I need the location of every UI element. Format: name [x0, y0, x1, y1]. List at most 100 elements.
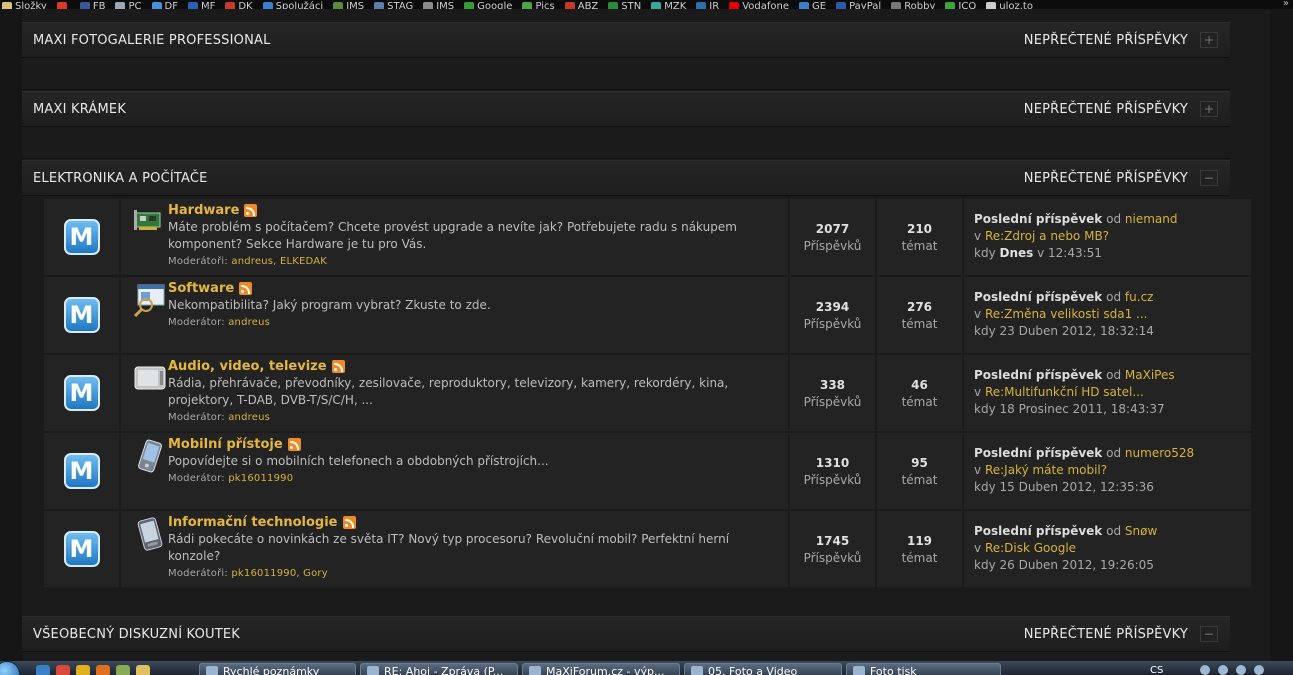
- bookmark-item[interactable]: MF: [187, 2, 215, 9]
- bookmark-label: Spolužáci: [275, 1, 324, 10]
- taskbar-item[interactable]: Rychlé poznámky: [199, 663, 356, 675]
- tray-volume-icon[interactable]: [1236, 665, 1246, 675]
- last-post-user-link[interactable]: fu.cz: [1125, 290, 1154, 304]
- bookmark-item[interactable]: PC: [115, 2, 142, 9]
- taskbar-item[interactable]: 05. Foto a Video: [684, 663, 842, 675]
- last-post-topic-link[interactable]: Re:Změna velikosti sda1 ...: [985, 307, 1148, 321]
- moderator-links[interactable]: pk16011990, Gory: [231, 568, 328, 579]
- collapse-icon[interactable]: −: [1200, 170, 1218, 186]
- forum-title-link[interactable]: Mobilní přístoje: [168, 437, 283, 452]
- forum-info-cell: Audio, video, televize Rádia, přehrávače,…: [121, 355, 788, 431]
- bookmark-item[interactable]: DK: [225, 2, 253, 9]
- tray-clock-icon[interactable]: [1254, 665, 1264, 675]
- icq-icon: [945, 2, 956, 9]
- last-post-user-link[interactable]: niemand: [1125, 212, 1178, 226]
- bookmark-item[interactable]: MZK: [651, 2, 686, 9]
- moderator-label: Moderátoři:: [168, 568, 228, 579]
- last-post-user-link[interactable]: numero528: [1125, 446, 1194, 460]
- last-post-topic-link[interactable]: Re:Multifunkční HD satel...: [985, 385, 1144, 399]
- bookmark-label: JR: [709, 1, 720, 10]
- df-icon: [151, 2, 162, 9]
- firefox-icon[interactable]: [96, 665, 110, 675]
- notepad-icon[interactable]: [116, 665, 130, 675]
- bookmark-item[interactable]: IMS: [333, 2, 364, 9]
- last-post-topic-link[interactable]: Re:Zdroj a nebo MB?: [985, 229, 1109, 243]
- bookmark-item[interactable]: GE: [798, 2, 826, 9]
- tray-search-icon[interactable]: [1218, 665, 1228, 675]
- last-post-topic-link[interactable]: Re:Jaký máte mobil?: [985, 463, 1107, 477]
- last-post-user-link[interactable]: MaXiPes: [1125, 368, 1175, 382]
- category-title[interactable]: VŠEOBECNÝ DISKUZNÍ KOUTEK: [33, 627, 240, 642]
- explorer-icon[interactable]: [136, 665, 150, 675]
- moderator-links[interactable]: andreus: [228, 317, 270, 328]
- posts-count-cell: 338 Příspěvků: [790, 355, 875, 431]
- forum-description: Rádi pokecáte o novinkách ze světa IT? N…: [168, 532, 730, 563]
- taskbar-item[interactable]: RE: Ahoj - Zpráva (P...: [360, 663, 518, 675]
- forum-title-link[interactable]: Audio, video, televize: [168, 359, 327, 374]
- posts-count: 1310: [815, 455, 850, 470]
- bookmark-item[interactable]: ABZ: [564, 2, 598, 9]
- expand-icon[interactable]: +: [1200, 101, 1218, 117]
- last-post-user-link[interactable]: Snøw: [1125, 524, 1157, 538]
- ie-icon[interactable]: [36, 665, 50, 675]
- unread-posts-link[interactable]: NEPŘEČTENÉ PŘÍSPĚVKY: [1024, 33, 1188, 48]
- bookmark-item[interactable]: IMS: [423, 2, 454, 9]
- winamp-icon[interactable]: [76, 665, 90, 675]
- category-title[interactable]: MAXI KRÁMEK: [33, 102, 126, 117]
- bookmark-item[interactable]: [56, 2, 70, 9]
- bookmark-item[interactable]: STAG: [374, 2, 413, 9]
- bookmark-label: IMS: [346, 1, 365, 10]
- taskbar-item[interactable]: Foto tisk: [846, 663, 1001, 675]
- rss-icon[interactable]: [244, 204, 258, 217]
- maxi-forum-logo-icon: M: [63, 219, 100, 255]
- google-icon: [464, 2, 475, 9]
- bookmark-label: STN: [621, 1, 642, 10]
- start-button-icon[interactable]: [0, 661, 20, 675]
- robby-icon: [891, 2, 902, 9]
- bookmark-item[interactable]: Vodafone: [729, 2, 789, 9]
- taskbar-item[interactable]: MaXiForum.cz - výp...: [522, 663, 680, 675]
- bookmark-item[interactable]: FB: [79, 2, 105, 9]
- smartphone-icon: [133, 517, 163, 551]
- expand-icon[interactable]: +: [1200, 32, 1218, 48]
- moderator-label: Moderátoři:: [168, 256, 228, 267]
- chrome-icon[interactable]: [56, 665, 70, 675]
- bookmark-item[interactable]: STN: [608, 2, 641, 9]
- unread-posts-link[interactable]: NEPŘEČTENÉ PŘÍSPĚVKY: [1024, 627, 1188, 642]
- bookmark-item[interactable]: ICQ: [945, 2, 976, 9]
- unread-posts-link[interactable]: NEPŘEČTENÉ PŘÍSPĚVKY: [1024, 102, 1188, 117]
- posts-count-cell: 1745 Příspěvků: [790, 511, 875, 587]
- bookmark-item[interactable]: DF: [151, 2, 178, 9]
- spoluzaci-icon: [262, 2, 273, 9]
- moderator-links[interactable]: pk16011990: [228, 473, 293, 484]
- tray-network-icon[interactable]: [1200, 665, 1210, 675]
- bookmarks-overflow-icon[interactable]: »: [1283, 0, 1289, 9]
- tv-icon: [133, 361, 166, 391]
- last-post-time: 26 Duben 2012, 19:26:05: [999, 558, 1154, 572]
- unread-posts-link[interactable]: NEPŘEČTENÉ PŘÍSPĚVKY: [1024, 171, 1188, 186]
- rss-icon[interactable]: [342, 516, 356, 529]
- moderator-links[interactable]: andreus, ELKEDAK: [231, 256, 327, 267]
- forum-title-link[interactable]: Informační technologie: [168, 515, 338, 530]
- rss-icon[interactable]: [239, 282, 253, 295]
- bookmark-item[interactable]: PayPal: [836, 2, 881, 9]
- bookmark-item[interactable]: Pics: [522, 2, 555, 9]
- forum-title-link[interactable]: Hardware: [168, 203, 239, 218]
- bookmark-item[interactable]: uloz.to: [986, 2, 1033, 9]
- bookmark-item[interactable]: Google: [464, 2, 512, 9]
- bookmark-item[interactable]: Spolužáci: [262, 1, 324, 10]
- forum-title-link[interactable]: Software: [168, 281, 234, 296]
- bookmark-item[interactable]: JR: [696, 2, 719, 9]
- bookmark-item[interactable]: Složky: [2, 2, 47, 9]
- maxi-forum-logo-icon: M: [63, 297, 100, 333]
- category-title[interactable]: ELEKTRONIKA A POČÍTAČE: [33, 171, 208, 186]
- forum-info-cell: Software Nekompatibilita? Jaký program vy…: [121, 277, 788, 353]
- moderator-links[interactable]: andreus: [228, 412, 270, 423]
- collapse-icon[interactable]: −: [1200, 626, 1218, 642]
- language-indicator[interactable]: CS: [1150, 665, 1163, 675]
- rss-icon[interactable]: [287, 438, 301, 451]
- bookmark-item[interactable]: Robby: [891, 2, 935, 9]
- last-post-topic-link[interactable]: Re:Disk Google: [985, 541, 1076, 555]
- category-title[interactable]: MAXI FOTOGALERIE PROFESSIONAL: [33, 33, 271, 48]
- rss-icon[interactable]: [331, 360, 345, 373]
